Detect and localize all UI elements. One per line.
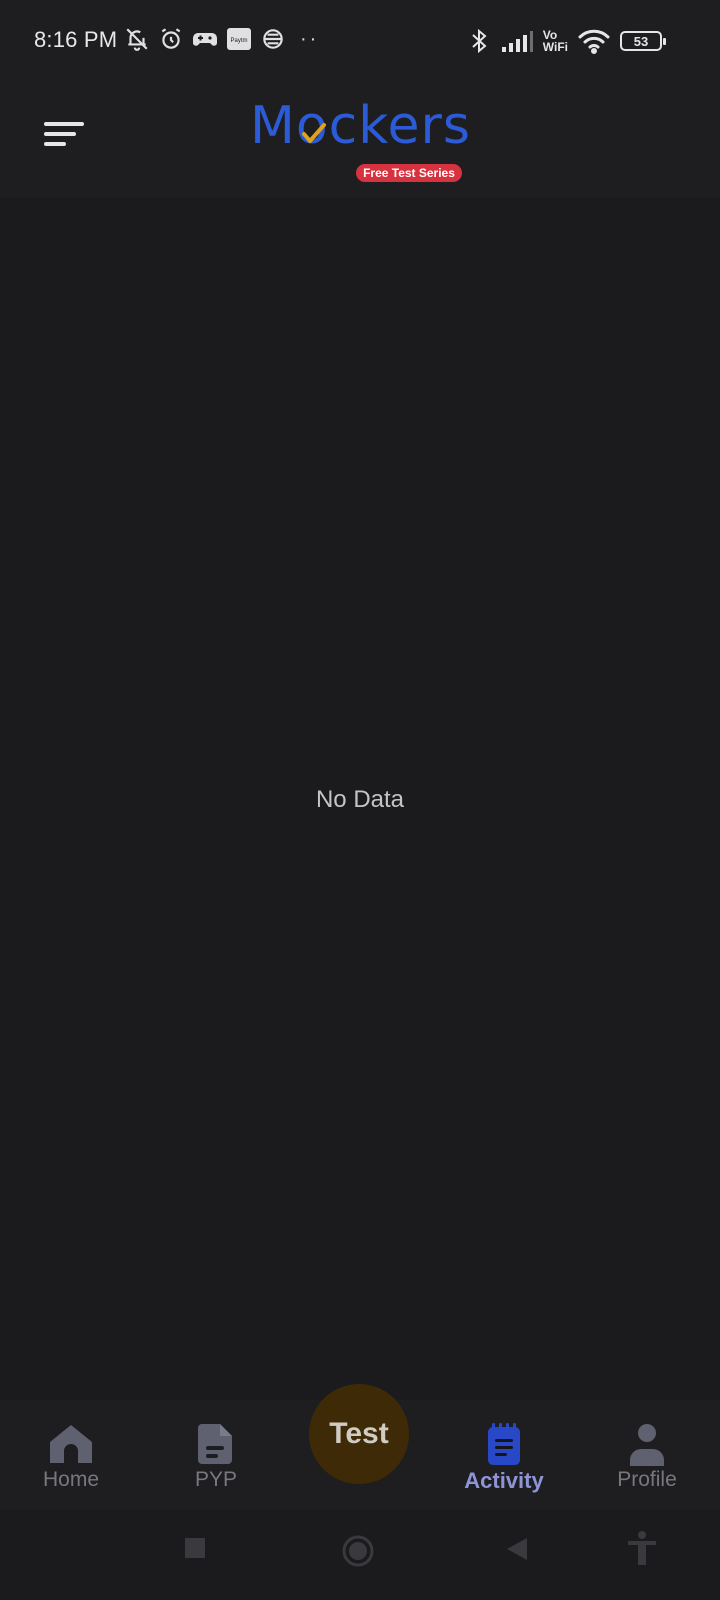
status-icons-right: Vo WiFi 53 xyxy=(467,24,666,58)
bottom-navigation: Home PYP Test Activity Profile xyxy=(0,1384,720,1510)
battery-level: 53 xyxy=(633,33,649,49)
app-header: Mockers Free Test Series xyxy=(0,80,720,198)
nav-label-profile: Profile xyxy=(617,1468,677,1491)
vowifi-icon: Vo WiFi xyxy=(543,29,568,53)
system-navigation-bar xyxy=(0,1510,720,1600)
nav-item-profile[interactable]: Profile xyxy=(587,1422,707,1506)
nav-label-home: Home xyxy=(42,1468,100,1491)
document-icon xyxy=(198,1424,232,1464)
status-time: 8:16 PM xyxy=(34,27,118,52)
person-icon xyxy=(630,1424,664,1466)
nav-item-home[interactable]: Home xyxy=(11,1422,131,1506)
battery-icon: 53 xyxy=(620,31,666,51)
logo-tagline-badge: Free Test Series xyxy=(356,164,462,182)
back-triangle-icon[interactable] xyxy=(505,1536,529,1562)
signal-icon xyxy=(501,31,533,52)
bell-off-icon xyxy=(126,28,148,51)
nav-item-pyp[interactable]: PYP xyxy=(156,1422,276,1506)
logo-check-icon xyxy=(302,123,326,143)
home-icon xyxy=(50,1425,92,1463)
menu-icon xyxy=(44,122,84,146)
test-fab-button[interactable]: Test xyxy=(309,1384,409,1484)
empty-state-message: No Data xyxy=(315,786,405,813)
paytm-icon: Paytm xyxy=(227,28,251,50)
vowifi-line2: WiFi xyxy=(542,40,568,54)
bluetooth-icon xyxy=(472,28,487,54)
nav-item-activity[interactable]: Activity xyxy=(444,1422,564,1506)
logo-text: Mockers xyxy=(250,96,471,156)
accessibility-icon[interactable] xyxy=(625,1530,659,1566)
recents-square-icon[interactable] xyxy=(183,1536,207,1560)
menu-button[interactable] xyxy=(38,108,90,160)
nav-label-activity: Activity xyxy=(464,1468,544,1493)
svg-text:Paytm: Paytm xyxy=(230,38,247,44)
test-fab-label: Test xyxy=(329,1417,389,1450)
vpn-icon xyxy=(263,29,283,49)
nav-label-pyp: PYP xyxy=(194,1468,238,1491)
more-notifications-dots: ·· xyxy=(300,27,320,50)
notepad-icon xyxy=(488,1423,520,1465)
app-logo: Mockers Free Test Series xyxy=(250,96,471,182)
alarm-icon xyxy=(161,28,181,49)
game-controller-icon xyxy=(193,33,217,46)
status-bar: 8:16 PM Paytm ·· Vo WiFi 53 xyxy=(0,0,720,80)
wifi-icon xyxy=(578,29,610,54)
main-content: No Data xyxy=(0,198,720,1400)
home-circle-icon[interactable] xyxy=(341,1534,375,1568)
status-icons-left: Paytm ·· xyxy=(124,24,319,54)
